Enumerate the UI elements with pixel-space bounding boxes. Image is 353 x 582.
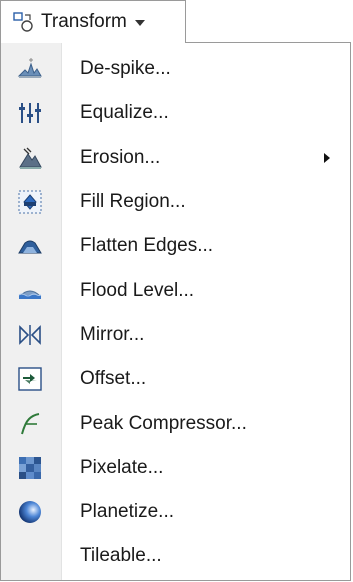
menu-item-label: Offset... [80,368,147,390]
menu-list: De-spike... Equalize... Erosion... Fill … [1,47,350,579]
menu-item-fill-region[interactable]: Fill Region... [1,180,350,224]
menu-item-label: Flatten Edges... [80,235,214,257]
offset-icon [18,367,42,391]
menu-item-label: De-spike... [80,58,171,80]
menu-item-label: Peak Compressor... [80,412,247,434]
menu-item-erosion[interactable]: Erosion... [1,136,350,180]
menu-item-flood-level[interactable]: Flood Level... [1,268,350,312]
despike-icon [17,58,42,79]
menu-item-de-spike[interactable]: De-spike... [1,47,350,91]
menu-item-label: Erosion... [80,146,161,168]
chevron-down-icon [134,20,145,26]
menu-item-label: Pixelate... [80,456,164,478]
menu-item-label: Planetize... [80,501,174,523]
menu-item-label: Mirror... [80,323,145,345]
menu-item-offset[interactable]: Offset... [1,357,350,401]
menu-item-label: Fill Region... [80,191,186,213]
equalize-icon [19,103,41,124]
transform-menu-button[interactable]: Transform [0,0,186,43]
flatten-edges-icon [18,240,42,254]
peak-compressor-icon [21,412,40,434]
menu-item-label: Flood Level... [80,279,195,301]
menu-item-pixelate[interactable]: Pixelate... [1,446,350,490]
menu-item-mirror[interactable]: Mirror... [1,313,350,357]
flood-level-icon [18,290,42,299]
submenu-arrow-icon [324,152,330,163]
mirror-icon [19,324,41,345]
fill-region-icon [18,190,42,214]
menu-item-equalize[interactable]: Equalize... [1,91,350,135]
menu-item-planetize[interactable]: Planetize... [1,490,350,534]
pixelate-icon [19,456,41,479]
menu-item-flatten-edges[interactable]: Flatten Edges... [1,224,350,268]
menu-item-label: Tileable... [80,545,162,567]
erosion-icon [19,147,42,169]
transform-dropdown-menu: De-spike... Equalize... Erosion... Fill … [0,42,351,581]
menu-item-tileable[interactable]: Tileable... [1,534,350,578]
menu-item-peak-compressor[interactable]: Peak Compressor... [1,401,350,445]
menu-item-label: Equalize... [80,102,169,124]
transform-menu-title: Transform [41,11,127,32]
planetize-icon [19,501,41,524]
transform-icon [13,12,33,32]
